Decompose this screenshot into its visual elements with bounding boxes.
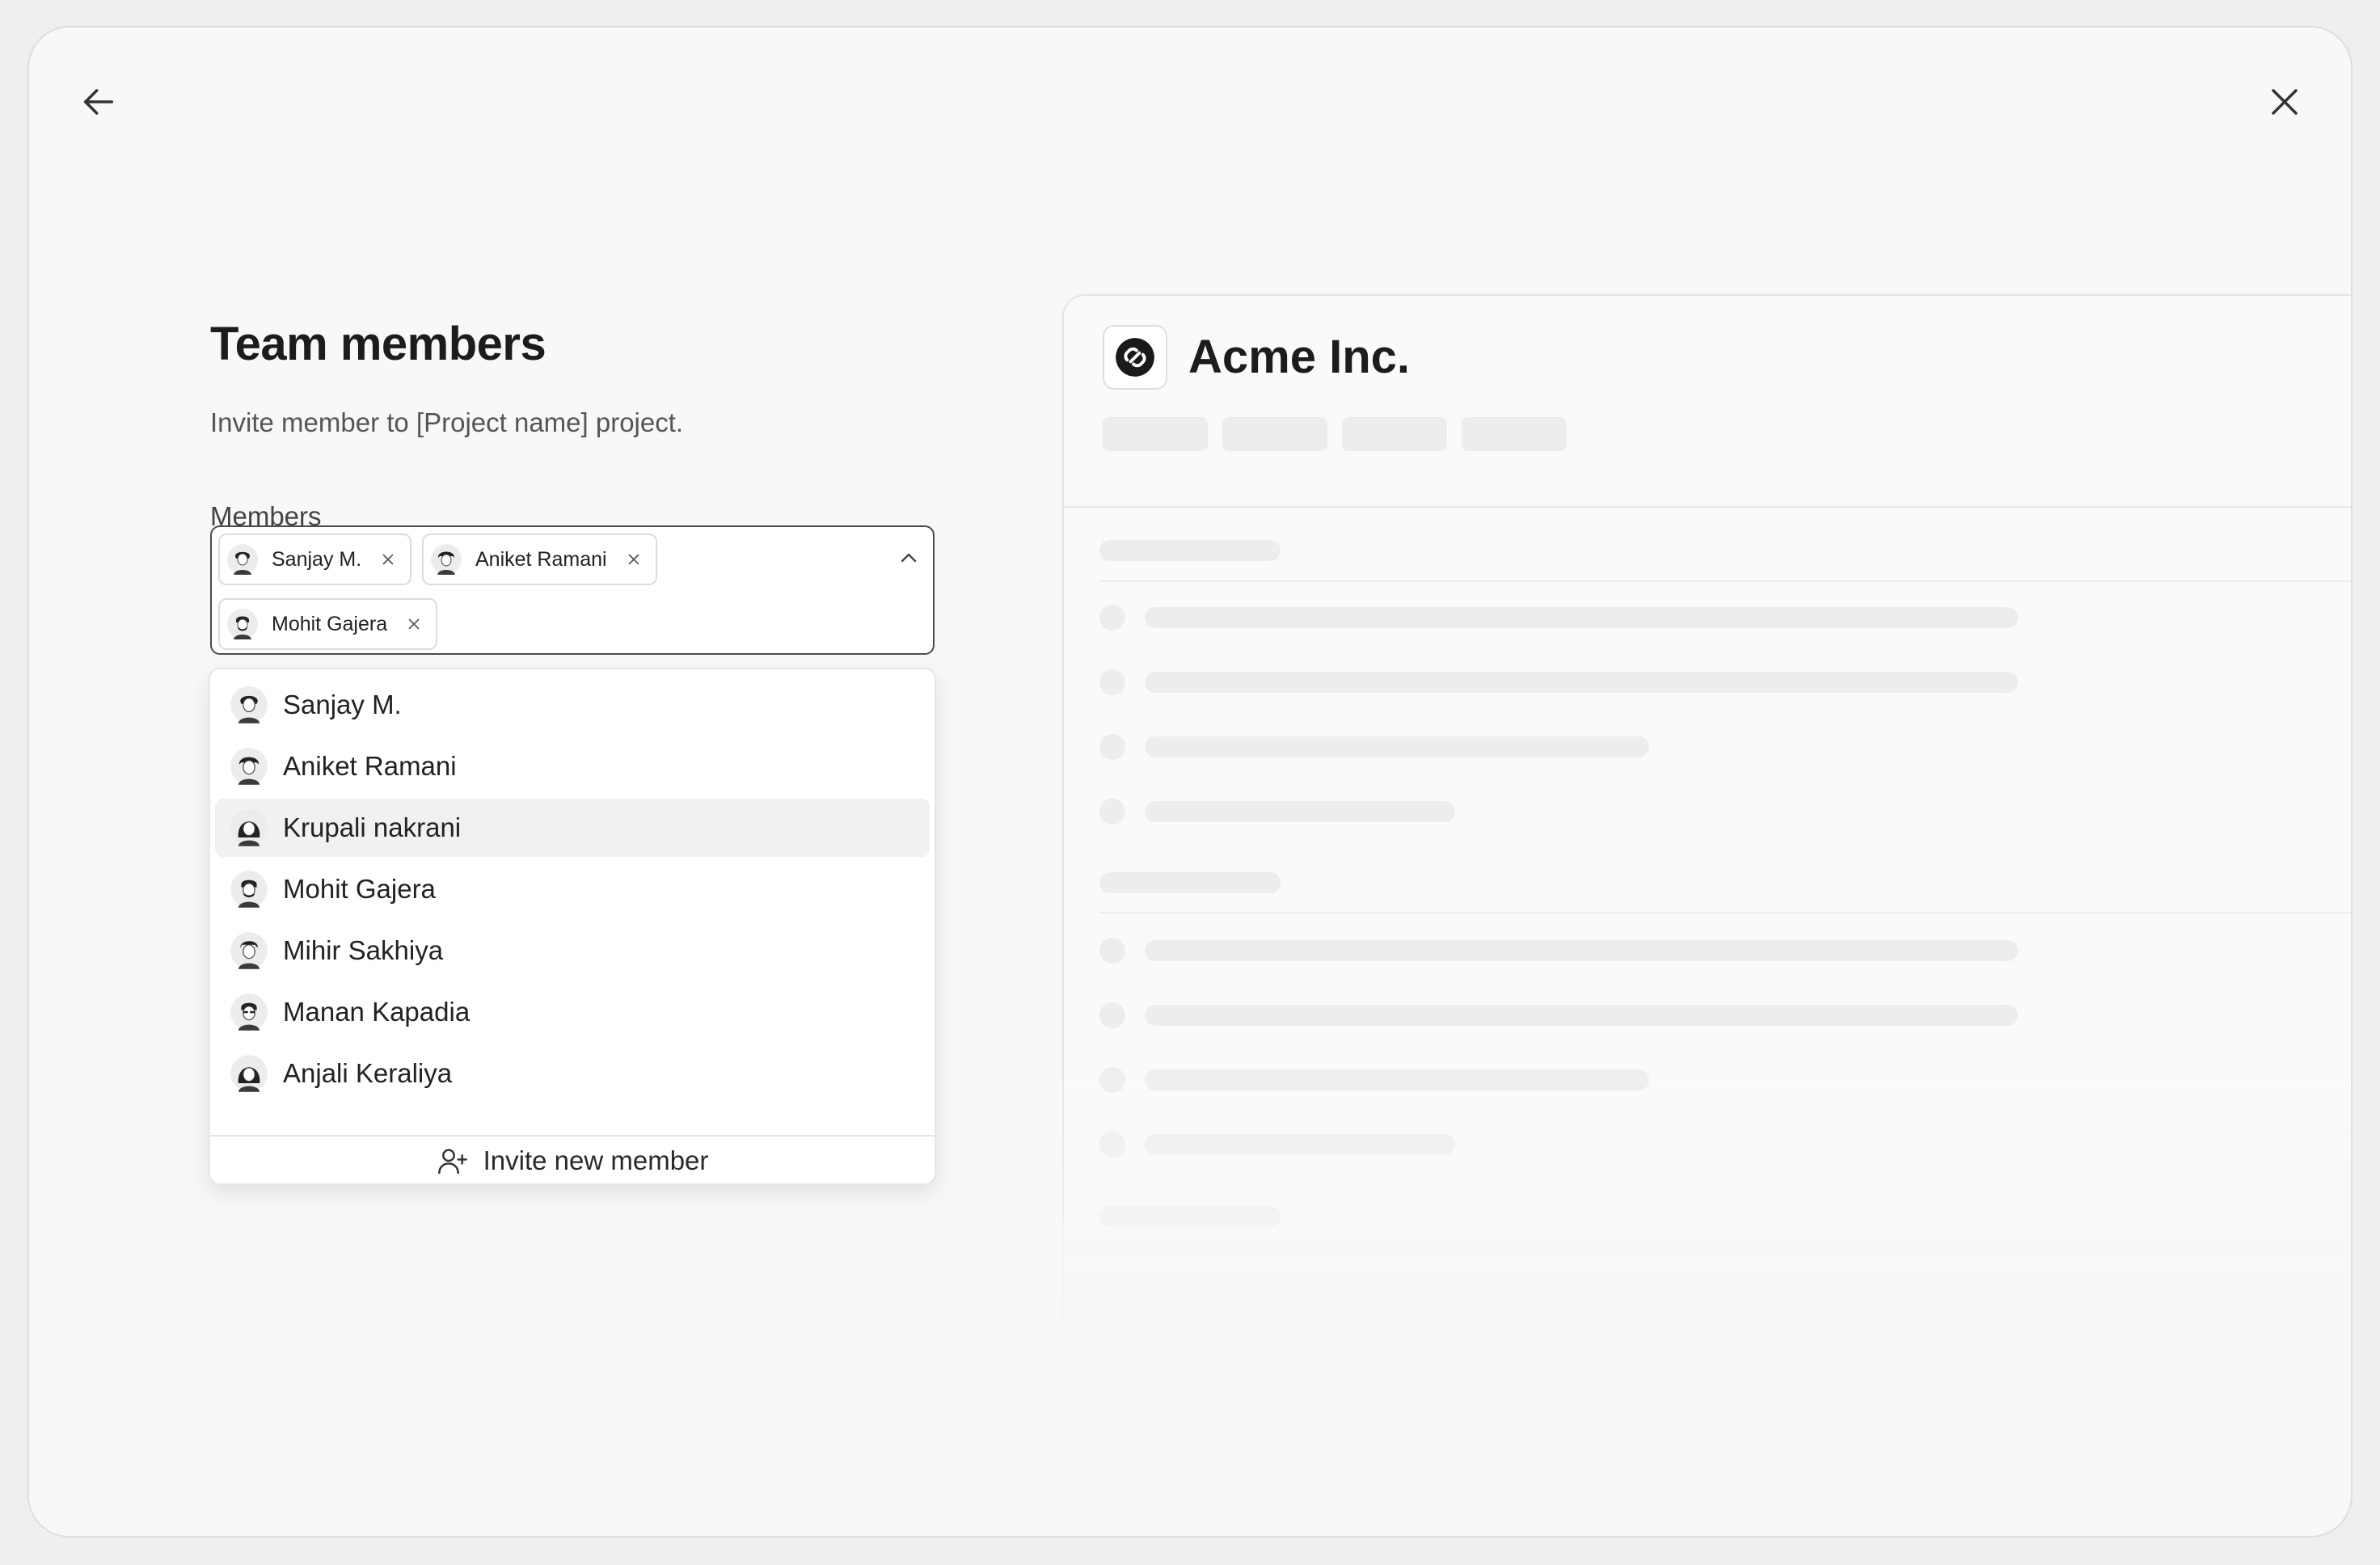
avatar <box>230 932 268 969</box>
skeleton-dot <box>1099 669 1125 695</box>
chip-label: Sanjay M. <box>272 547 362 571</box>
skeleton-dot <box>1099 1067 1125 1093</box>
avatar <box>230 748 268 785</box>
option-label: Sanjay M. <box>283 690 402 719</box>
skeleton-dot <box>1099 938 1125 964</box>
members-dropdown: Sanjay M. Aniket Ramani Krupali nakrani <box>209 668 936 1185</box>
back-button[interactable] <box>76 79 121 124</box>
avatar <box>230 809 268 846</box>
tab-skeleton <box>1103 417 1208 451</box>
page-subtitle: Invite member to [Project name] project. <box>210 407 684 437</box>
skeleton-row <box>1145 607 2018 628</box>
tab-skeleton <box>1462 417 1567 451</box>
option-label: Mohit Gajera <box>283 874 436 904</box>
option-label: Manan Kapadia <box>283 997 471 1027</box>
skeleton-dot <box>1099 605 1125 631</box>
chip-label: Aniket Ramani <box>475 547 607 571</box>
skeleton-row <box>1145 1134 1455 1155</box>
dropdown-option[interactable]: Anjali Keraliya <box>215 1044 930 1103</box>
invite-label: Invite new member <box>483 1145 709 1175</box>
section-heading-skeleton <box>1099 540 1281 561</box>
company-name: Acme Inc. <box>1188 331 1410 383</box>
skeleton-divider <box>1099 580 2351 582</box>
skeleton-dot <box>1099 799 1125 825</box>
chip-label: Mohit Gajera <box>272 612 388 635</box>
dropdown-option[interactable]: Sanjay M. <box>215 676 930 734</box>
remove-icon[interactable] <box>403 614 424 635</box>
acme-logo-icon <box>1116 338 1154 377</box>
tab-skeleton <box>1342 417 1447 451</box>
dropdown-option-highlighted[interactable]: Krupali nakrani <box>215 799 930 857</box>
invite-new-member-button[interactable]: Invite new member <box>210 1137 935 1185</box>
avatar <box>230 686 268 723</box>
company-logo <box>1103 325 1167 390</box>
member-chip: Sanjay M. <box>218 534 412 585</box>
skeleton-row <box>1145 1069 1649 1090</box>
avatar <box>227 609 258 639</box>
remove-icon[interactable] <box>623 549 644 570</box>
skeleton-dot <box>1099 1132 1125 1158</box>
option-label: Krupali nakrani <box>283 812 462 842</box>
skeleton-row <box>1145 801 1455 822</box>
remove-icon[interactable] <box>378 549 399 570</box>
option-label: Anjali Keraliya <box>283 1058 453 1088</box>
members-multiselect[interactable]: Sanjay M. Aniket Ramani Mohit Gajera <box>210 525 935 655</box>
avatar <box>431 544 462 575</box>
avatar <box>230 1055 268 1092</box>
skeleton-row <box>1145 672 2018 693</box>
skeleton-dot <box>1099 734 1125 760</box>
option-label: Mihir Sakhiya <box>283 935 444 965</box>
skeleton-row <box>1145 1005 2018 1026</box>
chevron-up-icon[interactable] <box>896 545 922 571</box>
dropdown-option[interactable]: Manan Kapadia <box>215 983 930 1041</box>
avatar <box>230 871 268 908</box>
option-label: Aniket Ramani <box>283 751 457 781</box>
member-chip: Mohit Gajera <box>218 598 438 650</box>
skeleton-row <box>1145 940 2018 961</box>
close-button[interactable] <box>2262 79 2307 124</box>
skeleton-divider <box>1099 912 2351 913</box>
close-icon <box>2272 89 2298 115</box>
skeleton-row <box>1145 736 1649 757</box>
invite-modal: Team members Invite member to [Project n… <box>27 26 2353 1538</box>
user-plus-icon <box>437 1149 467 1175</box>
member-chip: Aniket Ramani <box>422 534 657 585</box>
preview-divider <box>1064 506 2351 508</box>
project-preview-panel: Acme Inc. <box>1062 294 2351 1345</box>
section-heading-skeleton <box>1099 872 1281 893</box>
arrow-left-icon <box>83 89 114 115</box>
dropdown-option[interactable]: Mohit Gajera <box>215 860 930 918</box>
dropdown-option[interactable]: Aniket Ramani <box>215 737 930 795</box>
dropdown-option[interactable]: Mihir Sakhiya <box>215 922 930 980</box>
avatar <box>227 544 258 575</box>
tab-skeleton <box>1222 417 1327 451</box>
skeleton-dot <box>1099 1002 1125 1028</box>
page-title: Team members <box>210 318 546 370</box>
avatar <box>230 993 268 1031</box>
section-heading-skeleton <box>1099 1206 1281 1227</box>
